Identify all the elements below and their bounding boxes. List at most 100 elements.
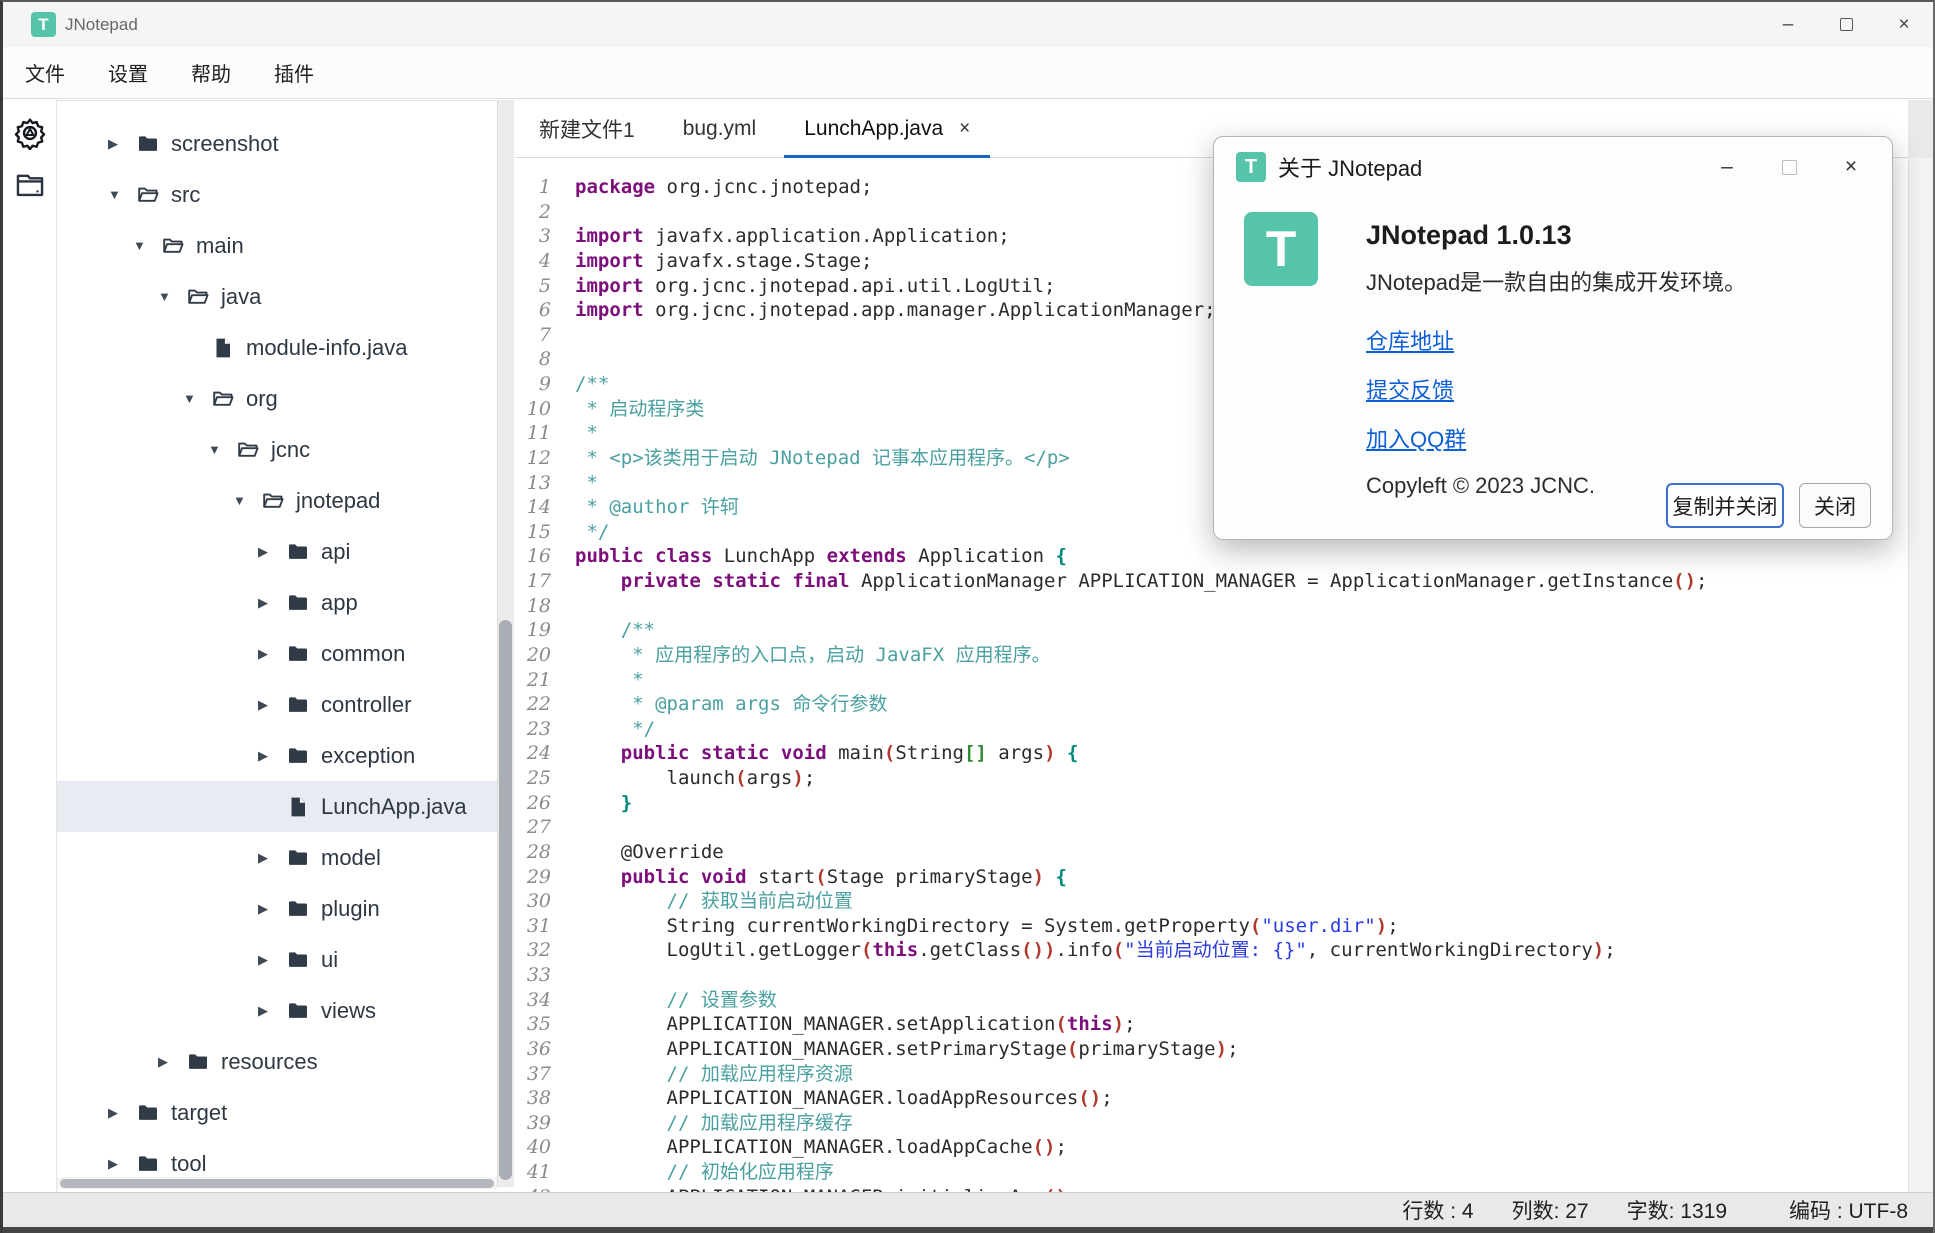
tree-item-jnotepad[interactable]: ▼jnotepad — [57, 475, 497, 526]
tree-item-label: screenshot — [171, 131, 279, 157]
code-token: ) — [1033, 866, 1044, 888]
tree-item-main[interactable]: ▼main — [57, 220, 497, 271]
menu-item-插件[interactable]: 插件 — [274, 52, 335, 93]
dialog-title: 关于 JNotepad — [1278, 151, 1422, 183]
close-button[interactable]: × — [1875, 2, 1933, 47]
code-token: this — [1067, 1013, 1113, 1035]
code-token: * — [575, 422, 598, 444]
minimize-button[interactable]: – — [1759, 2, 1817, 47]
tab-LunchApp.java[interactable]: LunchApp.java× — [780, 100, 994, 157]
tree-item-resources[interactable]: ▶resources — [57, 1036, 497, 1087]
menu-item-设置[interactable]: 设置 — [108, 52, 169, 93]
chevron-down-icon[interactable]: ▼ — [233, 493, 261, 508]
chevron-right-icon[interactable]: ▶ — [258, 646, 286, 662]
folder-icon[interactable] — [11, 166, 49, 204]
chevron-down-icon[interactable]: ▼ — [158, 289, 186, 304]
code-line: */ — [575, 717, 1908, 742]
tree-scrollbar-thumb[interactable] — [499, 620, 512, 1180]
chevron-right-icon[interactable]: ▶ — [108, 100, 136, 101]
menu-item-文件[interactable]: 文件 — [25, 52, 86, 93]
folder-closed-icon — [286, 642, 310, 666]
tab-bug.yml[interactable]: bug.yml — [659, 100, 781, 157]
tree-hscrollbar-thumb[interactable] — [60, 1179, 494, 1188]
dialog-maximize-button[interactable] — [1758, 137, 1820, 197]
line-number: 15 — [515, 520, 551, 545]
tree-item-label: api — [321, 539, 350, 565]
window-controls: – × — [1759, 2, 1933, 47]
tree-item-java[interactable]: ▼java — [57, 271, 497, 322]
code-token: LunchApp — [712, 545, 826, 567]
chevron-down-icon[interactable]: ▼ — [183, 391, 211, 406]
tree-item-jcnc[interactable]: ▼jcnc — [57, 424, 497, 475]
tree-item-plugin[interactable]: ▶plugin — [57, 883, 497, 934]
tree-item-common[interactable]: ▶common — [57, 628, 497, 679]
code-token: APPLICATION_MANAGER.setPrimaryStage — [575, 1038, 1067, 1060]
maximize-button[interactable] — [1817, 2, 1875, 47]
chevron-down-icon[interactable]: ▼ — [133, 238, 161, 253]
code-token: ) — [1216, 1038, 1227, 1060]
tree-item-label: tool — [171, 1151, 206, 1177]
chevron-right-icon[interactable]: ▶ — [158, 1054, 186, 1070]
tree-item-controller[interactable]: ▶controller — [57, 679, 497, 730]
tree-item-label: org — [246, 386, 278, 412]
line-number: 4 — [515, 249, 551, 274]
code-line: // 设置参数 — [575, 988, 1908, 1013]
code-line: public class LunchApp extends Applicatio… — [575, 544, 1908, 569]
about-link-加入QQ群[interactable]: 加入QQ群 — [1366, 422, 1466, 454]
chevron-right-icon[interactable]: ▶ — [258, 1003, 286, 1019]
tree-item-module-info.java[interactable]: module-info.java — [57, 322, 497, 373]
line-number: 36 — [515, 1037, 551, 1062]
dialog-actions: 复制并关闭 关闭 — [1666, 483, 1871, 528]
folder-open-icon — [186, 285, 210, 309]
folder-open-icon — [261, 489, 285, 513]
tab-新建文件1[interactable]: 新建文件1 — [515, 100, 659, 157]
tree-item-app[interactable]: ▶app — [57, 577, 497, 628]
copy-and-close-button[interactable]: 复制并关闭 — [1666, 483, 1784, 528]
code-token — [575, 866, 621, 888]
chevron-right-icon[interactable]: ▶ — [258, 901, 286, 917]
chevron-down-icon[interactable]: ▼ — [108, 187, 136, 202]
dialog-minimize-button[interactable]: – — [1696, 137, 1758, 197]
tree-item-views[interactable]: ▶views — [57, 985, 497, 1036]
chevron-right-icon[interactable]: ▶ — [108, 136, 136, 152]
tree-item-exception[interactable]: ▶ exception — [57, 730, 497, 781]
tree-item-label: src — [171, 182, 200, 208]
chevron-right-icon[interactable]: ▶ — [108, 1156, 136, 1172]
chevron-right-icon[interactable]: ▶ — [258, 544, 286, 560]
chevron-right-icon[interactable]: ▶ — [258, 850, 286, 866]
tree-item-LunchApp.java[interactable]: LunchApp.java — [57, 781, 497, 832]
window-bottom-edge — [3, 1227, 1933, 1233]
dialog-close-action-button[interactable]: 关闭 — [1799, 483, 1871, 528]
chevron-down-icon[interactable]: ▼ — [208, 442, 236, 457]
tree-item-model[interactable]: ▶model — [57, 832, 497, 883]
tree-item-label: exception — [321, 743, 415, 769]
tree-item-partial-top[interactable]: ▶ — [57, 100, 497, 118]
tree-item-ui[interactable]: ▶ui — [57, 934, 497, 985]
file-icon — [211, 336, 235, 360]
tree-item-screenshot[interactable]: ▶ screenshot — [57, 118, 497, 169]
editor-scrollbar-track[interactable] — [1908, 158, 1933, 1192]
menu-item-帮助[interactable]: 帮助 — [191, 52, 252, 93]
tree-item-org[interactable]: ▼ org — [57, 373, 497, 424]
about-description: JNotepad是一款自由的集成开发环境。 — [1366, 265, 1746, 297]
about-link-提交反馈[interactable]: 提交反馈 — [1366, 373, 1466, 405]
dialog-close-button[interactable]: × — [1820, 137, 1882, 197]
tree-item-api[interactable]: ▶ api — [57, 526, 497, 577]
tree-item-target[interactable]: ▶target — [57, 1087, 497, 1138]
tab-close-icon[interactable]: × — [959, 118, 970, 140]
chevron-right-icon[interactable]: ▶ — [258, 952, 286, 968]
folder-closed-icon — [286, 693, 310, 717]
about-link-仓库地址[interactable]: 仓库地址 — [1366, 324, 1466, 356]
tree-item-src[interactable]: ▼ src — [57, 169, 497, 220]
settings-gear-icon[interactable] — [11, 114, 49, 152]
code-token: ; — [1387, 915, 1398, 937]
chevron-right-icon[interactable]: ▶ — [258, 748, 286, 764]
chevron-right-icon[interactable]: ▶ — [108, 1105, 136, 1121]
line-number: 31 — [515, 914, 551, 939]
chevron-right-icon[interactable]: ▶ — [258, 595, 286, 611]
code-token: ( — [1055, 1013, 1066, 1035]
chevron-right-icon[interactable]: ▶ — [258, 697, 286, 713]
code-token: /** — [575, 373, 609, 395]
code-token: ; — [1101, 1087, 1112, 1109]
code-token: import — [575, 225, 644, 247]
